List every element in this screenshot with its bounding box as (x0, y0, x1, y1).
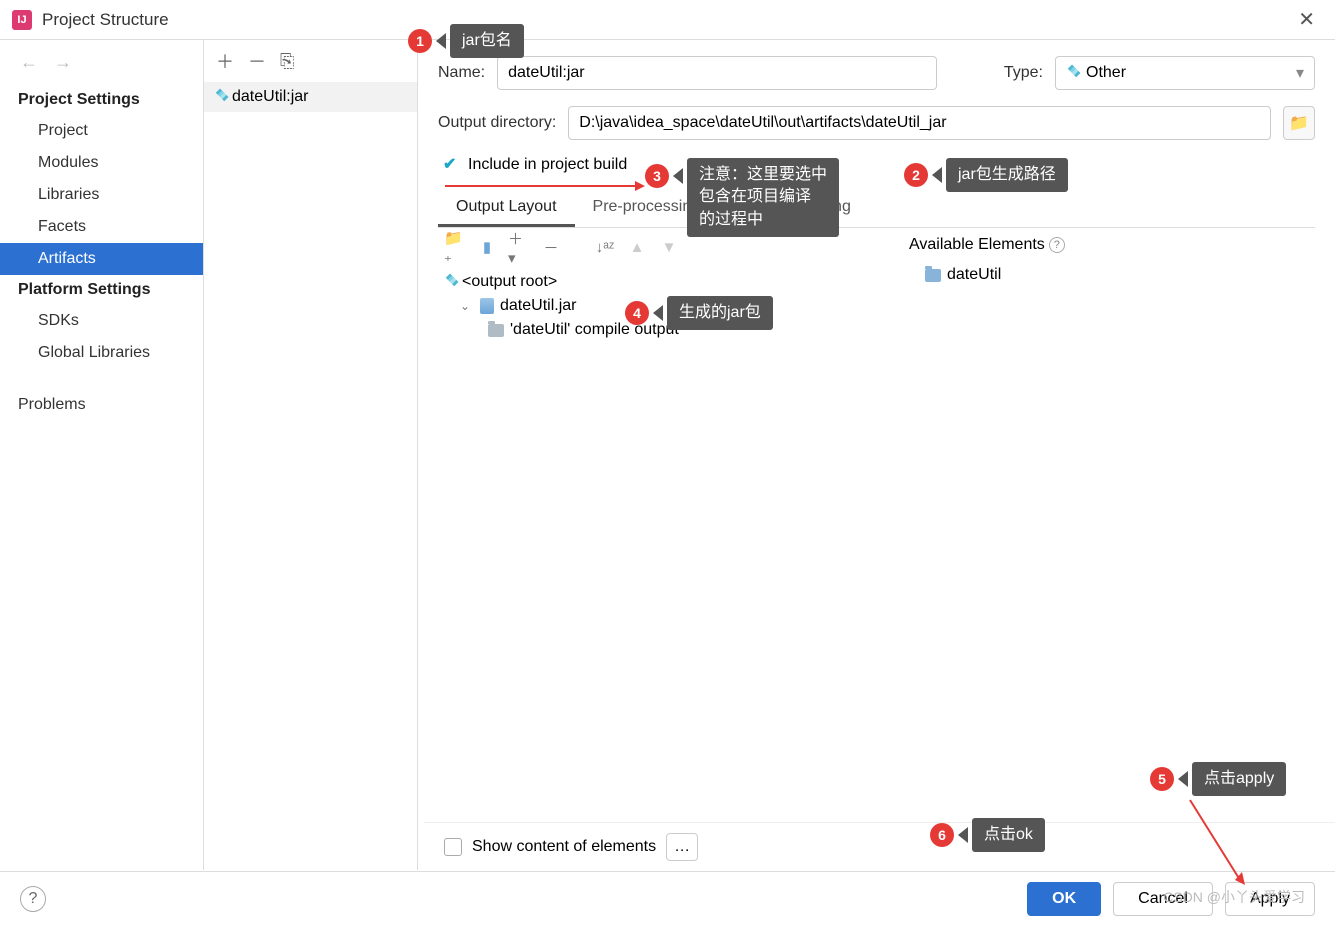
sidebar-item-global-libraries[interactable]: Global Libraries (0, 337, 203, 369)
copy-icon[interactable]: ⎘ (280, 51, 294, 72)
artifact-label: dateUtil:jar (232, 88, 308, 106)
include-build-checkbox[interactable]: Include in project build (438, 156, 1315, 174)
move-up-icon[interactable]: ▲ (626, 236, 648, 258)
artifact-icon (212, 89, 229, 106)
watermark: CSDN @小丫头爱学习 (1163, 887, 1305, 907)
include-build-label: Include in project build (468, 156, 627, 174)
sidebar: ← → Project Settings Project Modules Lib… (0, 40, 204, 870)
module-folder-icon (925, 269, 941, 282)
annotation-badge: 2 (904, 163, 928, 187)
annotation-badge: 4 (625, 301, 649, 325)
show-content-label: Show content of elements (472, 838, 656, 856)
annotation-text: 点击ok (972, 818, 1045, 852)
annotation-badge: 1 (408, 29, 432, 53)
annotation-text: 生成的jar包 (667, 296, 773, 330)
project-settings-header: Project Settings (0, 85, 203, 115)
sidebar-item-project[interactable]: Project (0, 115, 203, 147)
annotation-1: 1 jar包名 (408, 24, 524, 58)
help-icon[interactable]: ? (1049, 237, 1065, 253)
add-icon[interactable]: ＋ (216, 48, 234, 74)
sort-icon[interactable]: ↓ᵃᶻ (594, 236, 616, 258)
output-dir-input[interactable] (568, 106, 1271, 140)
tree-root[interactable]: <output root> (438, 270, 895, 294)
type-select[interactable]: Other ▾ (1055, 56, 1315, 90)
name-label: Name: (438, 64, 485, 82)
forward-icon[interactable]: → (54, 52, 72, 73)
annotation-3: 3 注意：这里要选中 包含在项目编译 的过程中 (645, 158, 839, 237)
back-icon[interactable]: ← (20, 52, 38, 73)
tree-root-label: <output root> (462, 273, 557, 291)
type-value: Other (1086, 64, 1126, 82)
footer: ? OK Cancel Apply (0, 871, 1335, 925)
ok-button[interactable]: OK (1027, 882, 1101, 916)
elements-more-button[interactable]: … (666, 833, 698, 861)
sidebar-item-facets[interactable]: Facets (0, 211, 203, 243)
annotation-text: 注意：这里要选中 包含在项目编译 的过程中 (687, 158, 839, 237)
annotation-text: 点击apply (1192, 762, 1286, 796)
annotation-badge: 3 (645, 164, 669, 188)
annotation-5: 5 点击apply (1150, 762, 1286, 796)
tree-jar-label: dateUtil.jar (500, 297, 576, 315)
available-item-label: dateUtil (947, 266, 1001, 284)
sidebar-item-artifacts[interactable]: Artifacts (0, 243, 203, 275)
move-down-icon[interactable]: ▼ (658, 236, 680, 258)
show-content-checkbox[interactable] (444, 838, 462, 856)
sidebar-item-modules[interactable]: Modules (0, 147, 203, 179)
app-icon: IJ (12, 10, 32, 30)
folder-icon (488, 324, 504, 337)
red-arrow-icon (445, 176, 645, 196)
annotation-6: 6 点击ok (930, 818, 1045, 852)
annotation-badge: 5 (1150, 767, 1174, 791)
annotation-2: 2 jar包生成路径 (904, 158, 1068, 192)
annotation-text: jar包生成路径 (946, 158, 1068, 192)
name-input[interactable] (497, 56, 937, 90)
chevron-down-icon: ▾ (1296, 63, 1304, 83)
output-root-icon (442, 274, 459, 291)
platform-settings-header: Platform Settings (0, 275, 203, 305)
remove-icon[interactable]: － (248, 48, 266, 74)
titlebar: IJ Project Structure ✕ (0, 0, 1335, 40)
window-title: Project Structure (42, 10, 169, 30)
browse-folder-icon[interactable]: 📁 (1283, 106, 1315, 140)
checkmark-icon (442, 156, 460, 174)
jar-icon (480, 298, 494, 314)
annotation-4: 4 生成的jar包 (625, 296, 773, 330)
add-archive-icon[interactable]: ▮ (476, 236, 498, 258)
artifact-list: ＋ － ⎘ dateUtil:jar (204, 40, 418, 870)
close-icon[interactable]: ✕ (1290, 7, 1323, 32)
sidebar-item-problems[interactable]: Problems (0, 389, 203, 421)
available-elements-panel: Available Elements ? dateUtil (895, 228, 1315, 854)
detail-panel: Name: Type: Other ▾ Output directory: 📁 (418, 40, 1335, 870)
help-button[interactable]: ? (20, 886, 46, 912)
chevron-down-icon[interactable]: ⌄ (460, 299, 474, 313)
add-copy-icon[interactable]: ＋▾ (508, 236, 530, 258)
type-label: Type: (1004, 64, 1043, 82)
annotation-badge: 6 (930, 823, 954, 847)
add-folder-icon[interactable]: 📁₊ (444, 236, 466, 258)
available-item[interactable]: dateUtil (905, 262, 1305, 288)
remove-item-icon[interactable]: － (540, 236, 562, 258)
annotation-text: jar包名 (450, 24, 524, 58)
sidebar-item-libraries[interactable]: Libraries (0, 179, 203, 211)
available-header-label: Available Elements (909, 236, 1045, 254)
output-dir-label: Output directory: (438, 114, 556, 132)
type-icon (1064, 65, 1081, 82)
artifact-list-item[interactable]: dateUtil:jar (204, 82, 417, 112)
red-arrow-icon (1180, 790, 1250, 890)
sidebar-item-sdks[interactable]: SDKs (0, 305, 203, 337)
